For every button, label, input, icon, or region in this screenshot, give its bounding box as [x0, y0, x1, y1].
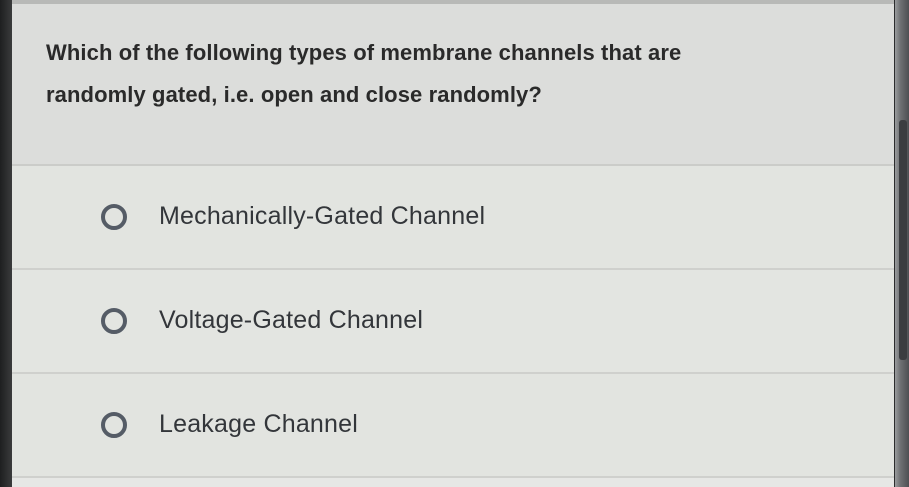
question-text: Which of the following types of membrane… — [46, 32, 846, 116]
radio-button-icon[interactable] — [101, 412, 127, 438]
scrollbar[interactable] — [899, 120, 907, 360]
screen-bezel-left — [0, 0, 12, 487]
answer-option-leakage[interactable]: Leakage Channel — [12, 374, 894, 478]
answer-list: Mechanically-Gated Channel Voltage-Gated… — [12, 166, 894, 478]
answer-option-voltage-gated[interactable]: Voltage-Gated Channel — [12, 270, 894, 374]
radio-button-icon[interactable] — [101, 204, 127, 230]
answer-option-mechanically-gated[interactable]: Mechanically-Gated Channel — [12, 166, 894, 270]
answer-option-label: Mechanically-Gated Channel — [159, 202, 486, 230]
answer-option-label: Voltage-Gated Channel — [159, 306, 424, 334]
radio-button-icon[interactable] — [101, 308, 127, 334]
answer-option-label: Leakage Channel — [159, 410, 358, 438]
question-line-1: Which of the following types of membrane… — [46, 40, 682, 65]
screen: Which of the following types of membrane… — [0, 0, 909, 487]
question-area: Which of the following types of membrane… — [12, 4, 894, 166]
screen-bezel-right — [895, 0, 909, 487]
quiz-panel: Which of the following types of membrane… — [12, 4, 894, 487]
question-line-2: randomly gated, i.e. open and close rand… — [46, 82, 542, 107]
